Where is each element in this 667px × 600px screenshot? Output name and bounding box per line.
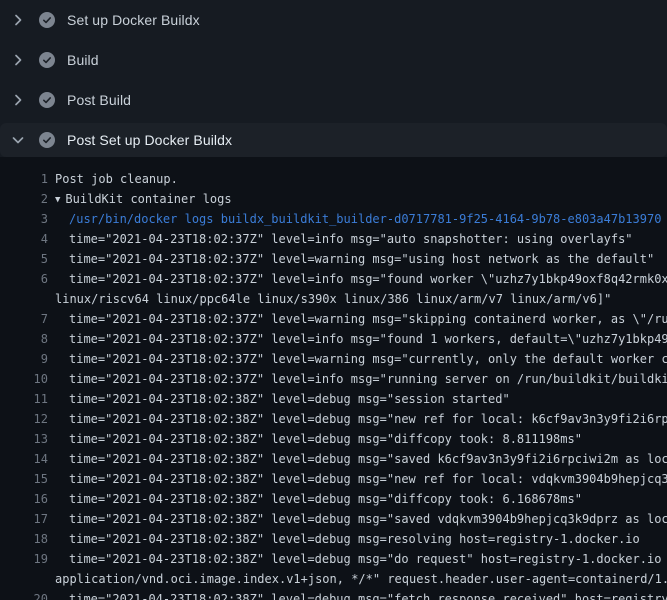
log-line-text: time="2021-04-23T18:02:37Z" level=info m…: [55, 229, 633, 249]
log-line-number[interactable]: 19: [0, 549, 48, 569]
log-line-text: time="2021-04-23T18:02:37Z" level=warnin…: [55, 249, 654, 269]
step-label: Build: [67, 52, 99, 68]
log-line-text: time="2021-04-23T18:02:37Z" level=warnin…: [55, 309, 667, 329]
log-line: 6 time="2021-04-23T18:02:37Z" level=info…: [0, 269, 667, 289]
log-line-text: time="2021-04-23T18:02:38Z" level=debug …: [55, 409, 667, 429]
check-circle-icon: [39, 52, 55, 68]
step-label: Set up Docker Buildx: [67, 12, 200, 28]
log-line-text: time="2021-04-23T18:02:37Z" level=info m…: [55, 269, 667, 289]
log-line: 1 Post job cleanup.: [0, 169, 667, 189]
log-line-text: time="2021-04-23T18:02:38Z" level=debug …: [55, 509, 667, 529]
log-line: 4 time="2021-04-23T18:02:37Z" level=info…: [0, 229, 667, 249]
log-line-text: /usr/bin/docker logs buildx_buildkit_bui…: [55, 209, 661, 229]
log-line-number[interactable]: 2: [0, 189, 48, 209]
log-line-number[interactable]: 11: [0, 389, 48, 409]
log-line-text: time="2021-04-23T18:02:38Z" level=debug …: [55, 549, 667, 569]
step-label: Post Build: [67, 92, 131, 108]
log-line-text[interactable]: ▼BuildKit container logs: [55, 189, 232, 211]
log-line: 16 time="2021-04-23T18:02:38Z" level=deb…: [0, 489, 667, 509]
log-line: 7 time="2021-04-23T18:02:37Z" level=warn…: [0, 309, 667, 329]
log-line-number[interactable]: 14: [0, 449, 48, 469]
log-line: 10 time="2021-04-23T18:02:37Z" level=inf…: [0, 369, 667, 389]
log-line-number[interactable]: 17: [0, 509, 48, 529]
log-line-text: time="2021-04-23T18:02:37Z" level=info m…: [55, 369, 667, 389]
log-line: 3 /usr/bin/docker logs buildx_buildkit_b…: [0, 209, 667, 229]
log-line-number[interactable]: 16: [0, 489, 48, 509]
log-line-text: time="2021-04-23T18:02:38Z" level=debug …: [55, 449, 667, 469]
log-line-text: time="2021-04-23T18:02:38Z" level=debug …: [55, 489, 582, 509]
log-line-text: time="2021-04-23T18:02:38Z" level=debug …: [55, 589, 667, 600]
log-line: 12 time="2021-04-23T18:02:38Z" level=deb…: [0, 409, 667, 429]
log-line-number[interactable]: 15: [0, 469, 48, 489]
step-label: Post Set up Docker Buildx: [67, 132, 232, 148]
log-line-text: time="2021-04-23T18:02:37Z" level=info m…: [55, 329, 667, 349]
log-line-number[interactable]: 3: [0, 209, 48, 229]
log-line: 17 time="2021-04-23T18:02:38Z" level=deb…: [0, 509, 667, 529]
log-line-number[interactable]: 12: [0, 409, 48, 429]
log-line-number[interactable]: 9: [0, 349, 48, 369]
chevron-right-icon[interactable]: [10, 12, 26, 28]
check-circle-icon: [39, 132, 55, 148]
log-line: 9 time="2021-04-23T18:02:37Z" level=warn…: [0, 349, 667, 369]
log-line: 5 time="2021-04-23T18:02:37Z" level=warn…: [0, 249, 667, 269]
log-line-number[interactable]: 6: [0, 269, 48, 289]
log-line-text: Post job cleanup.: [55, 169, 178, 189]
log-line-text: time="2021-04-23T18:02:38Z" level=debug …: [55, 469, 667, 489]
log-line: 20 time="2021-04-23T18:02:38Z" level=deb…: [0, 589, 667, 600]
log-line: 14 time="2021-04-23T18:02:38Z" level=deb…: [0, 449, 667, 469]
log-line-text: time="2021-04-23T18:02:37Z" level=warnin…: [55, 349, 667, 369]
chevron-right-icon[interactable]: [10, 92, 26, 108]
log-line-number[interactable]: 4: [0, 229, 48, 249]
log-line: 11 time="2021-04-23T18:02:38Z" level=deb…: [0, 389, 667, 409]
log-line-number[interactable]: 5: [0, 249, 48, 269]
log-line: 18 time="2021-04-23T18:02:38Z" level=deb…: [0, 529, 667, 549]
log-line: 15 time="2021-04-23T18:02:38Z" level=deb…: [0, 469, 667, 489]
chevron-right-icon[interactable]: [10, 52, 26, 68]
log-line-number[interactable]: 1: [0, 169, 48, 189]
log-line-text: time="2021-04-23T18:02:38Z" level=debug …: [55, 529, 640, 549]
log-line-number[interactable]: 7: [0, 309, 48, 329]
step-post-build[interactable]: Post Build: [0, 80, 667, 120]
log-line: 19 time="2021-04-23T18:02:38Z" level=deb…: [0, 549, 667, 569]
log-panel: 1 Post job cleanup. 2 ▼BuildKit containe…: [0, 160, 667, 600]
log-line-text: time="2021-04-23T18:02:38Z" level=debug …: [55, 429, 582, 449]
check-circle-icon: [39, 92, 55, 108]
check-circle-icon: [39, 12, 55, 28]
log-line-number[interactable]: 13: [0, 429, 48, 449]
log-line-number[interactable]: 20: [0, 589, 48, 600]
log-line: linux/riscv64 linux/ppc64le linux/s390x …: [0, 289, 667, 309]
step-post-set-up-docker-buildx[interactable]: Post Set up Docker Buildx: [0, 123, 667, 157]
chevron-down-icon[interactable]: [10, 132, 26, 148]
step-set-up-docker-buildx[interactable]: Set up Docker Buildx: [0, 0, 667, 40]
log-line-text: time="2021-04-23T18:02:38Z" level=debug …: [55, 389, 510, 409]
disclosure-triangle-icon: ▼: [55, 190, 60, 210]
steps-list: Set up Docker Buildx Build Post Build Po…: [0, 0, 667, 157]
log-line: 8 time="2021-04-23T18:02:37Z" level=info…: [0, 329, 667, 349]
log-line: 2 ▼BuildKit container logs: [0, 189, 667, 209]
log-line-number[interactable]: 10: [0, 369, 48, 389]
log-line-number[interactable]: 8: [0, 329, 48, 349]
log-lines: 1 Post job cleanup. 2 ▼BuildKit containe…: [0, 169, 667, 600]
log-line-text: linux/riscv64 linux/ppc64le linux/s390x …: [55, 289, 611, 309]
log-line-number[interactable]: 18: [0, 529, 48, 549]
log-line-text: application/vnd.oci.image.index.v1+json,…: [55, 569, 667, 589]
step-build[interactable]: Build: [0, 40, 667, 80]
log-line: application/vnd.oci.image.index.v1+json,…: [0, 569, 667, 589]
log-line: 13 time="2021-04-23T18:02:38Z" level=deb…: [0, 429, 667, 449]
